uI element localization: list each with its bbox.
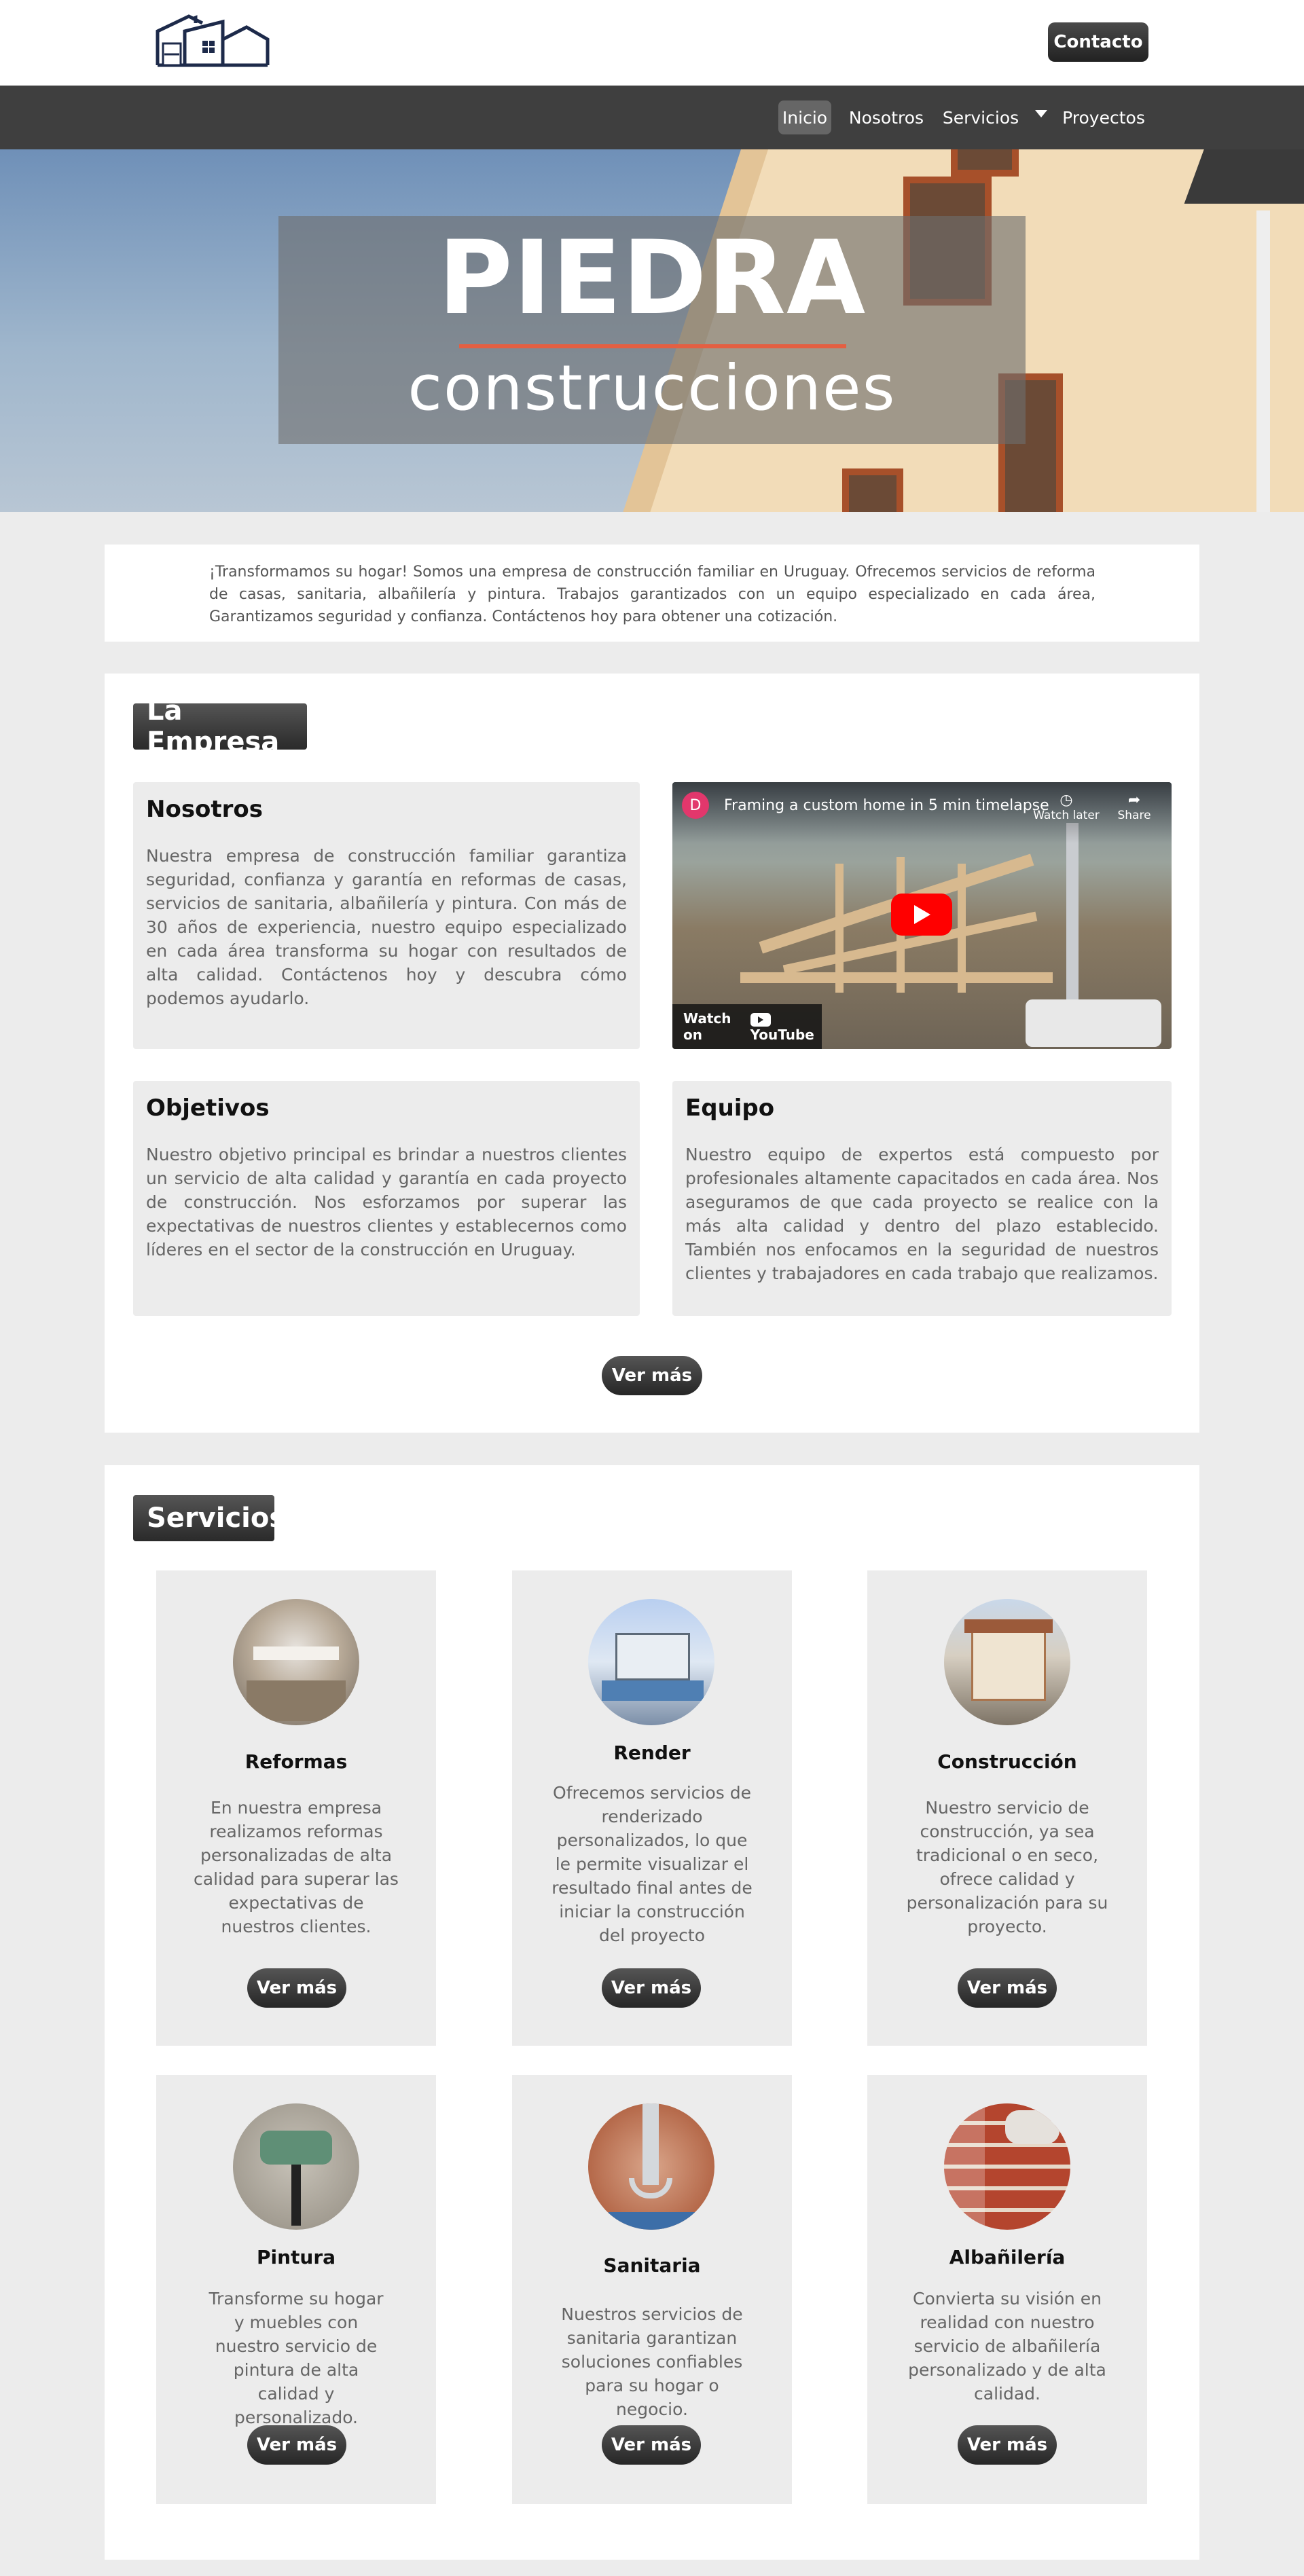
watch-on-youtube-button[interactable]: Watch on YouTube	[672, 1004, 822, 1049]
house-window	[842, 468, 903, 512]
video-title[interactable]: Framing a custom home in 5 min timelapse	[724, 797, 1049, 814]
reformas-more-button[interactable]: Ver más	[247, 1968, 346, 2008]
service-title-sanitaria: Sanitaria	[603, 2254, 701, 2277]
house-logo-icon[interactable]	[155, 12, 270, 68]
video-scene	[1026, 999, 1161, 1047]
youtube-video-embed[interactable]: D Framing a custom home in 5 min timelap…	[672, 782, 1172, 1049]
nosotros-text: Nuestra empresa de construcción familiar…	[146, 846, 627, 1008]
hero-title: PIEDRA	[437, 219, 867, 337]
empresa-heading: La Empresa	[133, 695, 307, 758]
service-title-construccion: Construcción	[937, 1750, 1077, 1773]
pintura-image	[233, 2103, 359, 2230]
house-roof	[1184, 149, 1304, 204]
service-title-render: Render	[613, 1742, 691, 1764]
share-icon: ➦	[1127, 792, 1141, 809]
play-icon[interactable]	[891, 894, 952, 936]
downpipe	[1256, 210, 1270, 512]
watch-on-label: Watch on	[683, 1010, 731, 1043]
equipo-text: Nuestro equipo de expertos está compuest…	[685, 1145, 1159, 1283]
service-text-sanitaria: Nuestros servicios de sanitaria garantiz…	[561, 2304, 743, 2419]
nav-item-proyectos[interactable]: Proyectos	[1060, 100, 1148, 134]
chevron-down-icon[interactable]	[1035, 110, 1047, 117]
empresa-more-button[interactable]: Ver más	[602, 1356, 702, 1395]
contact-button[interactable]: Contacto	[1048, 22, 1148, 62]
watch-later-label: Watch later	[1033, 809, 1100, 822]
equipo-title: Equipo	[685, 1094, 775, 1122]
objetivos-text: Nuestro objetivo principal es brindar a …	[146, 1145, 627, 1259]
service-title-pintura: Pintura	[256, 2246, 336, 2268]
service-text-pintura: Transforme su hogar y muebles con nuestr…	[209, 2289, 384, 2427]
construccion-image	[944, 1599, 1070, 1725]
service-text-reformas: En nuestra empresa realizamos reformas p…	[194, 1798, 399, 1936]
albanileria-image	[944, 2103, 1070, 2230]
pintura-more-button[interactable]: Ver más	[247, 2425, 346, 2465]
hero-subtitle: construcciones	[408, 352, 896, 424]
hero-title-underline	[459, 344, 846, 348]
reformas-image	[233, 1599, 359, 1725]
albanileria-more-button[interactable]: Ver más	[958, 2425, 1057, 2465]
video-scene	[835, 864, 844, 993]
share-button[interactable]: ➦ Share	[1107, 792, 1161, 822]
youtube-logo-icon: YouTube	[750, 1010, 822, 1043]
nosotros-title: Nosotros	[146, 796, 264, 823]
house-window	[951, 149, 1019, 177]
render-image	[588, 1599, 714, 1725]
objetivos-title: Objetivos	[146, 1094, 270, 1122]
render-more-button[interactable]: Ver más	[602, 1968, 701, 2008]
sanitaria-image	[588, 2103, 714, 2230]
clock-icon: ◷	[1060, 792, 1073, 809]
service-text-construccion: Nuestro servicio de construcción, ya sea…	[906, 1798, 1108, 1936]
service-title-reformas: Reformas	[244, 1750, 348, 1773]
sanitaria-more-button[interactable]: Ver más	[602, 2425, 701, 2465]
youtube-label: YouTube	[750, 1027, 814, 1043]
video-scene	[958, 864, 966, 993]
main-nav: Inicio Nosotros Servicios Proyectos	[0, 86, 1304, 149]
nav-item-servicios[interactable]: Servicios	[940, 100, 1021, 134]
share-label: Share	[1117, 809, 1151, 822]
service-text-render: Ofrecemos servicios de renderizado perso…	[551, 1783, 753, 1945]
nav-item-inicio[interactable]: Inicio	[778, 100, 831, 134]
service-text-albanileria: Convierta su visión en realidad con nues…	[908, 2289, 1106, 2404]
servicios-heading: Servicios	[133, 1495, 285, 1541]
channel-avatar[interactable]: D	[682, 792, 709, 819]
nav-item-nosotros[interactable]: Nosotros	[844, 100, 929, 134]
top-bar: Contacto	[0, 0, 1304, 86]
video-scene	[1066, 823, 1079, 1013]
service-title-albanileria: Albañilería	[949, 2246, 1066, 2268]
intro-text: ¡Transformamos su hogar! Somos una empre…	[209, 564, 1095, 625]
watch-later-button[interactable]: ◷ Watch later	[1032, 792, 1100, 822]
construccion-more-button[interactable]: Ver más	[958, 1968, 1057, 2008]
